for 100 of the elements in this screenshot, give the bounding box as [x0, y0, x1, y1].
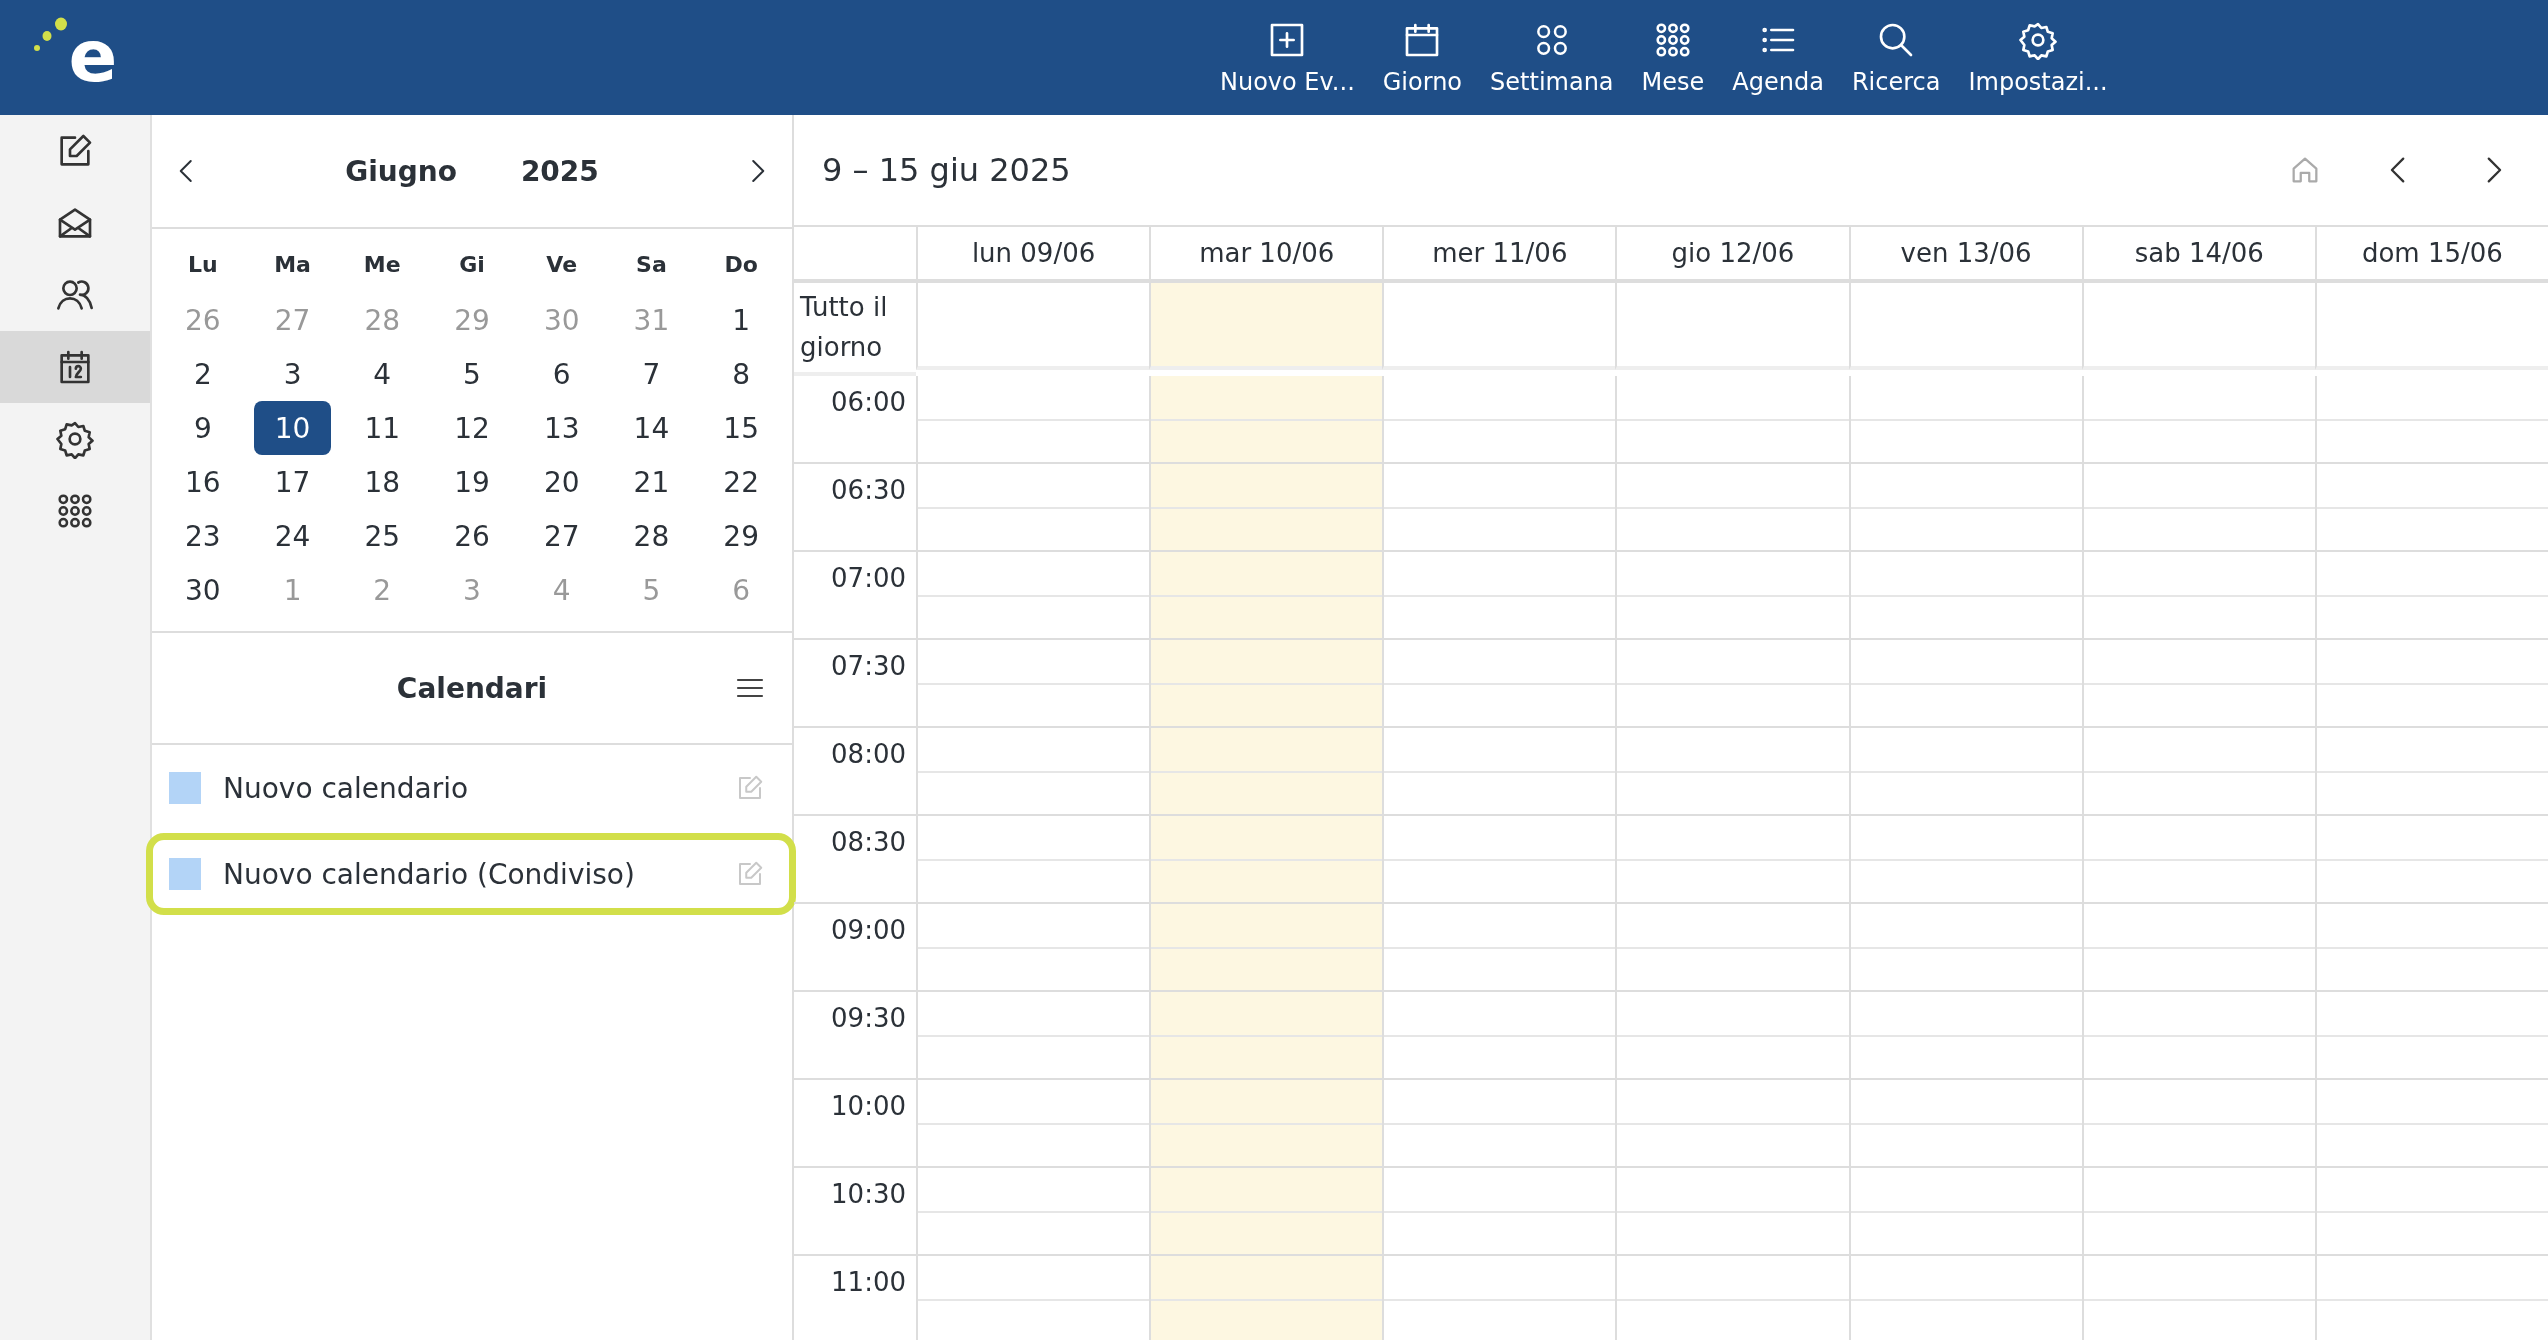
- date-cell[interactable]: 24: [253, 509, 332, 563]
- date-cell[interactable]: 15: [702, 401, 780, 455]
- time-slot[interactable]: [1149, 991, 1383, 1080]
- time-slot[interactable]: [1848, 727, 2082, 816]
- date-cell[interactable]: 3: [253, 347, 332, 401]
- time-slot[interactable]: [1382, 727, 1616, 816]
- time-slot[interactable]: [2081, 903, 2315, 992]
- time-slot[interactable]: [916, 1167, 1150, 1256]
- time-slot[interactable]: [1615, 1255, 1849, 1340]
- time-slot[interactable]: [1149, 375, 1383, 464]
- date-cell[interactable]: 20: [522, 455, 601, 509]
- time-slot[interactable]: [2314, 463, 2548, 552]
- time-slot[interactable]: [916, 903, 1150, 992]
- time-slot[interactable]: [2314, 815, 2548, 904]
- time-slot[interactable]: [2081, 639, 2315, 728]
- all-day-slot[interactable]: [1615, 283, 1849, 370]
- date-cell[interactable]: 12: [433, 401, 511, 455]
- time-slot[interactable]: [1848, 1079, 2082, 1168]
- time-slot[interactable]: [2314, 903, 2548, 992]
- time-slot[interactable]: [1149, 463, 1383, 552]
- date-cell[interactable]: 10: [253, 401, 332, 455]
- time-slot[interactable]: [916, 727, 1150, 816]
- time-slot[interactable]: [1848, 551, 2082, 640]
- time-slot[interactable]: [2314, 375, 2548, 464]
- time-slot[interactable]: [1149, 1167, 1383, 1256]
- time-slot[interactable]: [2081, 1255, 2315, 1340]
- calendar-item[interactable]: Nuovo calendario (Condiviso): [146, 833, 796, 915]
- time-slot[interactable]: [1615, 375, 1849, 464]
- time-slot[interactable]: [916, 463, 1150, 552]
- time-slot[interactable]: [2081, 815, 2315, 904]
- time-slot[interactable]: [1382, 991, 1616, 1080]
- date-cell[interactable]: 21: [612, 455, 691, 509]
- date-cell[interactable]: 18: [343, 455, 422, 509]
- time-slot[interactable]: [1848, 815, 2082, 904]
- time-slot[interactable]: [1848, 639, 2082, 728]
- date-cell[interactable]: 8: [702, 347, 780, 401]
- time-slot[interactable]: [1382, 1167, 1616, 1256]
- time-slot[interactable]: [1848, 1167, 2082, 1256]
- date-cell[interactable]: 22: [702, 455, 780, 509]
- time-slot[interactable]: [1615, 727, 1849, 816]
- time-slot[interactable]: [1615, 551, 1849, 640]
- time-slot[interactable]: [1848, 1255, 2082, 1340]
- time-slot[interactable]: [916, 551, 1150, 640]
- time-slot[interactable]: [1149, 551, 1383, 640]
- date-cell[interactable]: 7: [612, 347, 691, 401]
- toolbar-button[interactable]: Ricerca: [1841, 0, 1951, 115]
- date-cell[interactable]: 23: [164, 509, 242, 563]
- date-cell[interactable]: 30: [164, 563, 242, 617]
- time-slot[interactable]: [1382, 903, 1616, 992]
- time-slot[interactable]: [916, 991, 1150, 1080]
- time-slot[interactable]: [1848, 375, 2082, 464]
- calendar-item[interactable]: Nuovo calendario: [146, 747, 796, 829]
- time-slot[interactable]: [2314, 1255, 2548, 1340]
- time-slot[interactable]: [1149, 1255, 1383, 1340]
- time-slot[interactable]: [1149, 815, 1383, 904]
- toolbar-button[interactable]: Settimana: [1480, 0, 1624, 115]
- time-slot[interactable]: [2081, 375, 2315, 464]
- time-slot[interactable]: [1848, 903, 2082, 992]
- rail-button[interactable]: [0, 331, 150, 403]
- time-slot[interactable]: [1382, 463, 1616, 552]
- date-cell[interactable]: 16: [164, 455, 242, 509]
- all-day-slot[interactable]: [2314, 283, 2548, 370]
- time-slot[interactable]: [1615, 1167, 1849, 1256]
- toolbar-button[interactable]: Impostazi...: [1958, 0, 2118, 115]
- toolbar-button[interactable]: Giorno: [1372, 0, 1473, 115]
- date-cell[interactable]: 9: [164, 401, 242, 455]
- all-day-slot[interactable]: [1149, 283, 1383, 370]
- date-cell[interactable]: 1: [702, 293, 780, 347]
- toolbar-button[interactable]: Agenda: [1722, 0, 1834, 115]
- time-slot[interactable]: [1382, 1079, 1616, 1168]
- time-slot[interactable]: [916, 815, 1150, 904]
- time-slot[interactable]: [1615, 639, 1849, 728]
- time-slot[interactable]: [1382, 375, 1616, 464]
- time-slot[interactable]: [2081, 463, 2315, 552]
- time-slot[interactable]: [1382, 639, 1616, 728]
- time-slot[interactable]: [2081, 991, 2315, 1080]
- time-slot[interactable]: [1382, 1255, 1616, 1340]
- time-slot[interactable]: [1149, 639, 1383, 728]
- time-slot[interactable]: [2081, 727, 2315, 816]
- date-cell[interactable]: 5: [433, 347, 511, 401]
- all-day-slot[interactable]: [916, 283, 1150, 370]
- time-slot[interactable]: [1615, 1079, 1849, 1168]
- date-cell[interactable]: 13: [522, 401, 601, 455]
- date-cell[interactable]: 2: [164, 347, 242, 401]
- time-slot[interactable]: [1149, 727, 1383, 816]
- date-cell[interactable]: 19: [433, 455, 511, 509]
- date-cell[interactable]: 14: [612, 401, 691, 455]
- time-slot[interactable]: [1615, 991, 1849, 1080]
- date-cell[interactable]: 26: [433, 509, 511, 563]
- month-label[interactable]: Giugno: [345, 154, 457, 188]
- date-cell[interactable]: 29: [702, 509, 780, 563]
- time-slot[interactable]: [916, 639, 1150, 728]
- time-slot[interactable]: [1615, 463, 1849, 552]
- time-slot[interactable]: [1149, 1079, 1383, 1168]
- date-cell[interactable]: 27: [522, 509, 601, 563]
- time-slot[interactable]: [2314, 1167, 2548, 1256]
- time-slot[interactable]: [1149, 903, 1383, 992]
- time-slot[interactable]: [1615, 815, 1849, 904]
- time-slot[interactable]: [2081, 551, 2315, 640]
- time-slot[interactable]: [1848, 991, 2082, 1080]
